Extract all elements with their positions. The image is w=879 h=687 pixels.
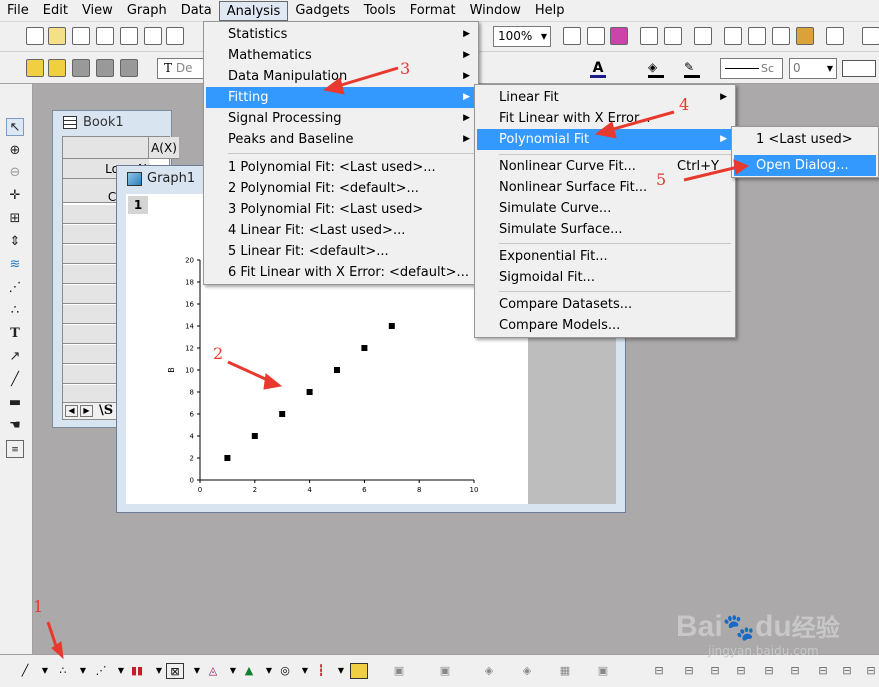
annotation-label-3: 3 [400,59,411,78]
baidu-watermark: Bai🐾du经验 [676,610,840,643]
annotation-arrow-3 [337,66,399,88]
annotation-arrowhead-2 [263,373,283,390]
watermark-url: jingyan.baidu.com [708,644,819,658]
annotation-label-5: 5 [656,170,667,189]
annotation-arrowhead-4 [594,121,617,139]
annotation-arrowhead-5 [733,159,750,175]
annotation-arrow-5 [683,165,739,182]
annotation-arrow-4 [609,110,675,132]
annotation-layer [46,66,750,660]
annotation-label-1: 1 [33,597,44,616]
paw-logo: 🐾 [722,612,756,642]
annotation-label-2: 2 [213,344,224,363]
annotation-label-4: 4 [679,95,690,114]
annotation-arrowhead-1 [51,641,64,660]
annotation-arrowhead-3 [322,77,345,95]
